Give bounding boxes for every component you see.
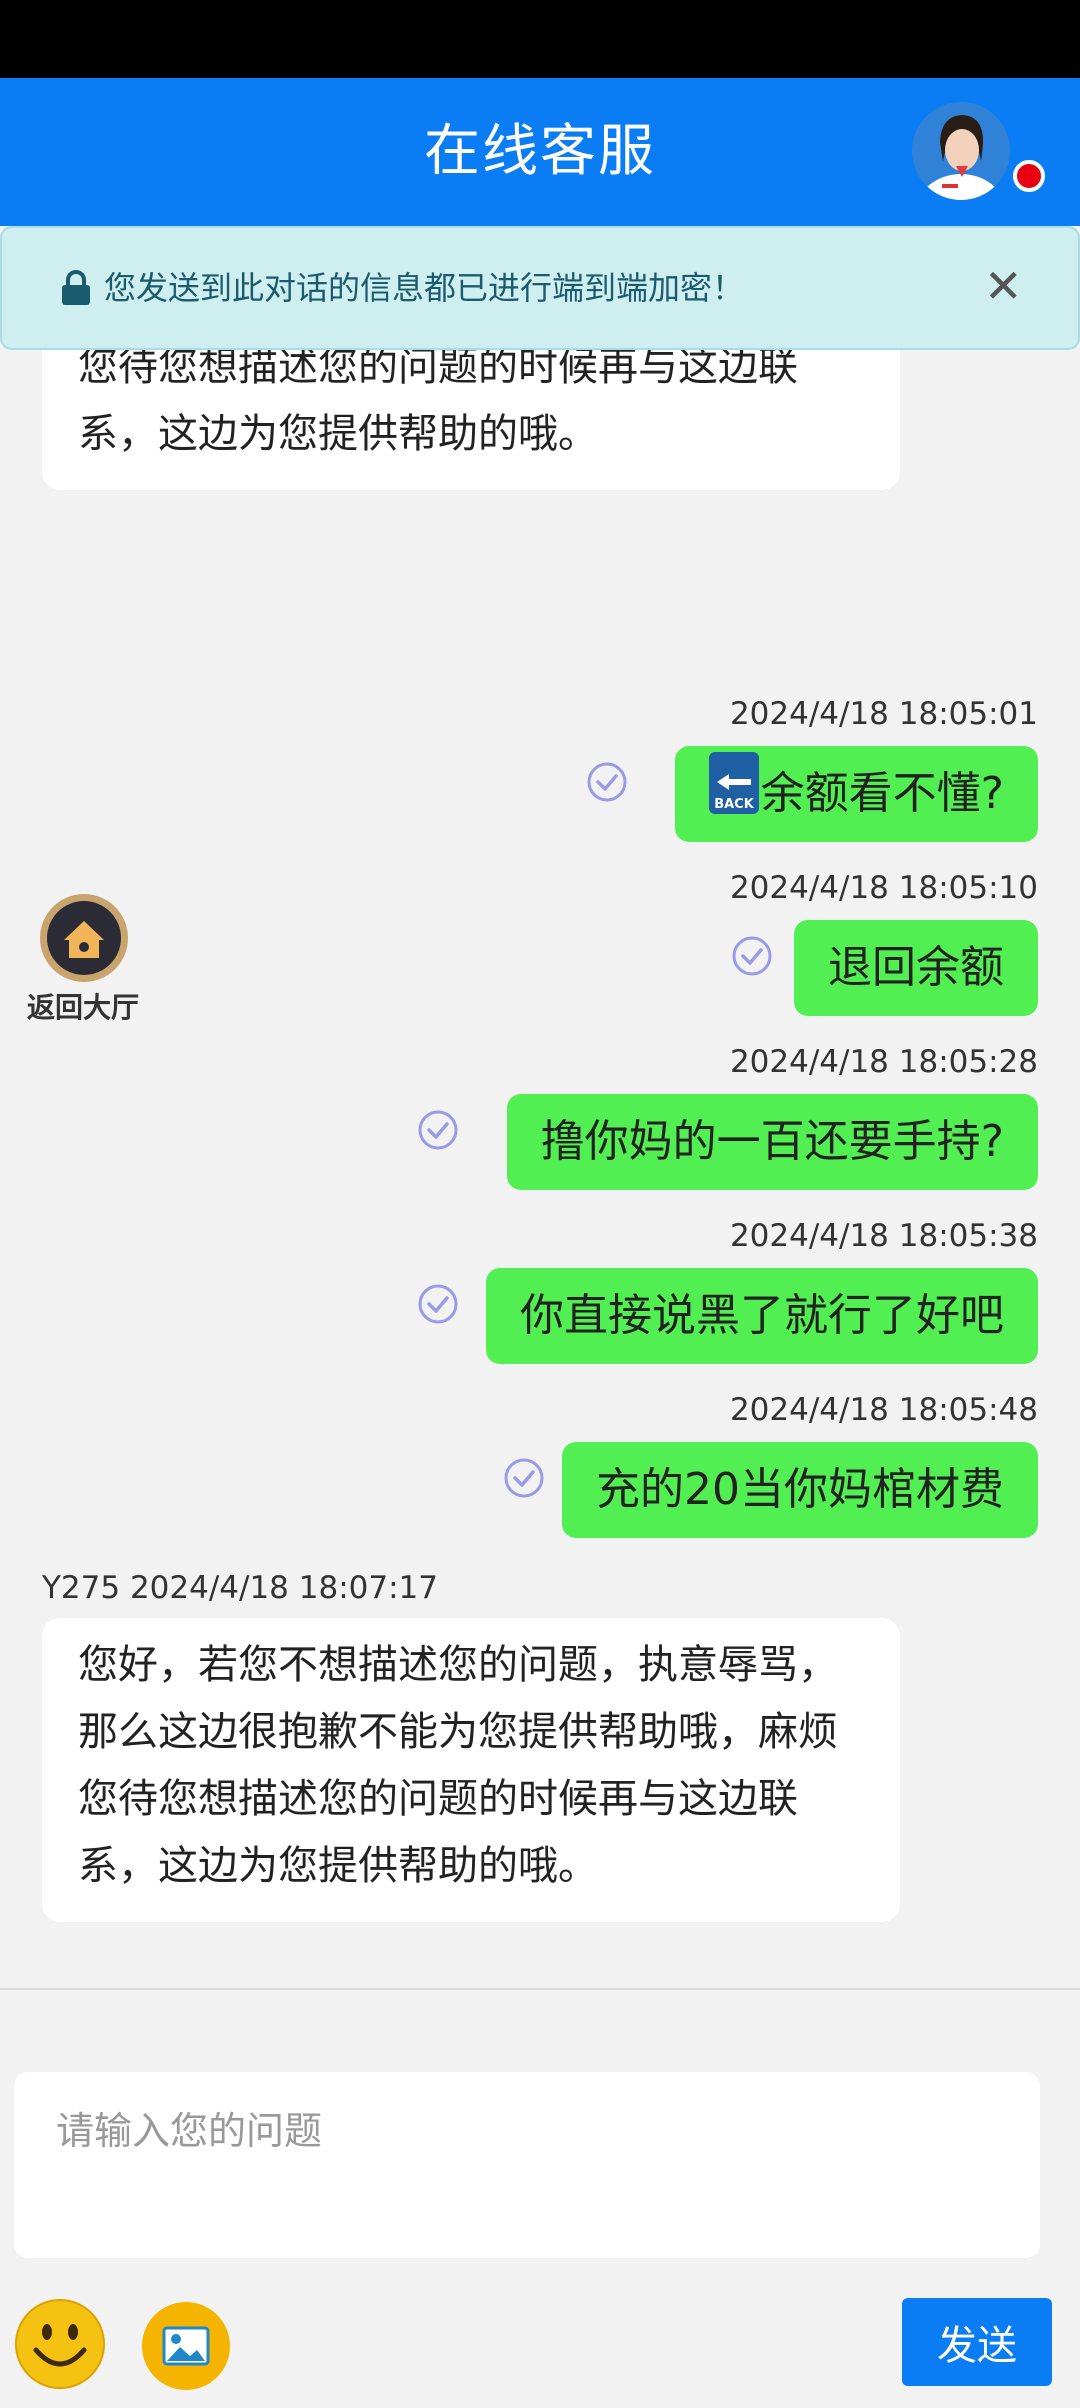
incoming-message-bubble: 您好，若您不想描述您的问题，执意辱骂，那么这边很抱歉不能为您提供帮助哦，麻烦您待… — [42, 1618, 900, 1922]
lock-icon — [62, 270, 90, 305]
outgoing-message-bubble: 充的20当你妈棺材费 — [562, 1442, 1038, 1538]
outgoing-message-bubble: 退回余额 — [794, 920, 1038, 1016]
agent-message-meta: Y275 2024/4/18 18:07:17 — [42, 1570, 438, 1606]
image-icon[interactable] — [140, 2300, 232, 2392]
return-lobby-label: 返回大厅 — [26, 991, 139, 1024]
message-timestamp: 2024/4/18 18:05:48 — [729, 1392, 1038, 1428]
read-check-icon — [504, 1458, 544, 1498]
message-input[interactable] — [56, 2100, 998, 2230]
read-check-icon — [732, 936, 772, 976]
close-icon[interactable]: ✕ — [984, 256, 1023, 316]
message-text: 退回余额 — [828, 942, 1004, 993]
send-button[interactable]: 发送 — [902, 2298, 1052, 2386]
message-text: 撸你妈的一百还要手持? — [540, 1116, 1004, 1167]
encryption-notice-text: 您发送到此对话的信息都已进行端到端加密！ — [104, 269, 745, 307]
message-timestamp: 2024/4/18 18:05:28 — [729, 1044, 1038, 1080]
message-text: 余额看不懂? — [760, 768, 1004, 819]
message-text: 您好，若您不想描述您的问题，执意辱骂，那么这边很抱歉不能为您提供帮助哦，麻烦您待… — [78, 1642, 838, 1889]
back-arrow-emoji-icon: BACK — [708, 752, 759, 814]
message-timestamp: 2024/4/18 18:05:38 — [729, 1218, 1038, 1254]
chat-header: 在线客服 — [0, 78, 1080, 226]
outgoing-message-bubble: 你直接说黑了就行了好吧 — [486, 1268, 1038, 1364]
outgoing-message-bubble: 撸你妈的一百还要手持? — [506, 1094, 1038, 1190]
encryption-notice-banner: 您发送到此对话的信息都已进行端到端加密！ ✕ — [0, 226, 1080, 350]
return-lobby-button[interactable]: 返回大厅 — [26, 894, 140, 1026]
message-timestamp: 2024/4/18 18:05:10 — [729, 870, 1038, 906]
read-check-icon — [418, 1110, 458, 1150]
home-icon — [40, 894, 128, 982]
status-bar — [0, 0, 1080, 78]
message-text: 充的20当你妈棺材费 — [596, 1464, 1004, 1515]
outgoing-message-bubble: BACK 余额看不懂? — [674, 746, 1038, 842]
message-input-container — [14, 2072, 1040, 2258]
online-status-dot — [1013, 160, 1045, 192]
message-timestamp: 2024/4/18 18:05:01 — [729, 696, 1038, 732]
svg-text:BACK: BACK — [714, 797, 755, 812]
smiley-icon[interactable] — [14, 2298, 106, 2390]
read-check-icon — [418, 1284, 458, 1324]
message-composer: 发送 — [0, 1988, 1080, 2408]
message-text: 你直接说黑了就行了好吧 — [520, 1290, 1004, 1341]
read-check-icon — [587, 762, 627, 802]
chat-area[interactable]: 您好，若您不想描述您的问题，执意辱骂，那么这边很抱歉不能为您提供帮助哦，麻烦您待… — [0, 226, 1080, 1988]
agent-avatar[interactable] — [912, 102, 1010, 200]
